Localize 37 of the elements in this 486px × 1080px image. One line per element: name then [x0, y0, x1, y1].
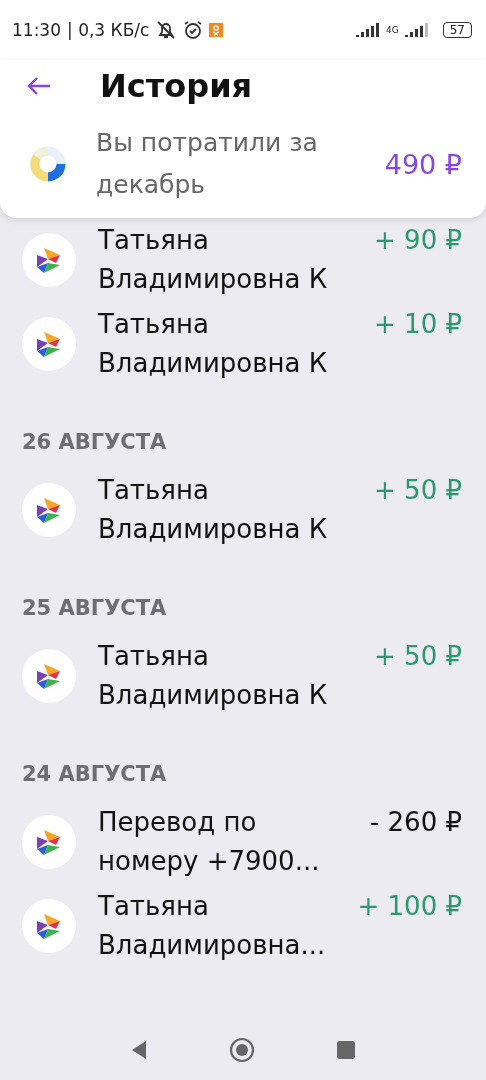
recents-nav-icon[interactable] [335, 1040, 356, 1060]
app-logo-icon [22, 815, 76, 869]
network-type: 4G [386, 25, 399, 35]
transaction-name[interactable]: Татьяна Владимировна... [98, 887, 336, 965]
transaction-name[interactable]: Татьяна Владимировна К [98, 221, 353, 299]
back-arrow-icon [26, 76, 52, 96]
page-title: История [100, 67, 253, 105]
date-header: 25 АВГУСТА [21, 595, 168, 622]
back-nav-icon[interactable] [130, 1040, 149, 1060]
spent-amount: 490 ₽ [384, 148, 462, 180]
transaction-name[interactable]: Татьяна Владимировна К [98, 637, 353, 715]
network-speed: | 0,3 КБ/с [67, 20, 150, 40]
transaction-amount: + 10 ₽ [374, 308, 462, 341]
app-logo-icon [22, 233, 76, 287]
status-time: 11:30 [12, 20, 61, 40]
spent-label: Вы потратили за декабрь [96, 127, 319, 201]
app-logo-icon [22, 483, 76, 537]
transaction-name[interactable]: Перевод по номеру +7900... [98, 803, 348, 881]
date-header: 26 АВГУСТА [21, 429, 168, 456]
app-logo-icon [22, 899, 76, 953]
transaction-amount: + 90 ₽ [374, 224, 462, 257]
battery-level: 57 [442, 22, 472, 38]
transaction-name[interactable]: Татьяна Владимировна К [98, 305, 353, 383]
transaction-amount: - 260 ₽ [369, 806, 462, 839]
app-logo-icon [22, 317, 76, 371]
app-logo-icon [22, 649, 76, 703]
signal-icon [356, 23, 380, 37]
date-header: 24 АВГУСТА [21, 761, 168, 788]
transaction-amount: + 50 ₽ [374, 640, 462, 673]
alarm-icon [183, 20, 204, 40]
signal-icon [404, 23, 429, 37]
home-nav-icon[interactable] [229, 1037, 255, 1063]
transaction-name[interactable]: Татьяна Владимировна К [98, 471, 353, 549]
transaction-amount: + 100 ₽ [357, 890, 462, 923]
transaction-amount: + 50 ₽ [374, 474, 462, 507]
donut-chart-icon [28, 144, 68, 184]
app-notification-icon [209, 23, 224, 37]
